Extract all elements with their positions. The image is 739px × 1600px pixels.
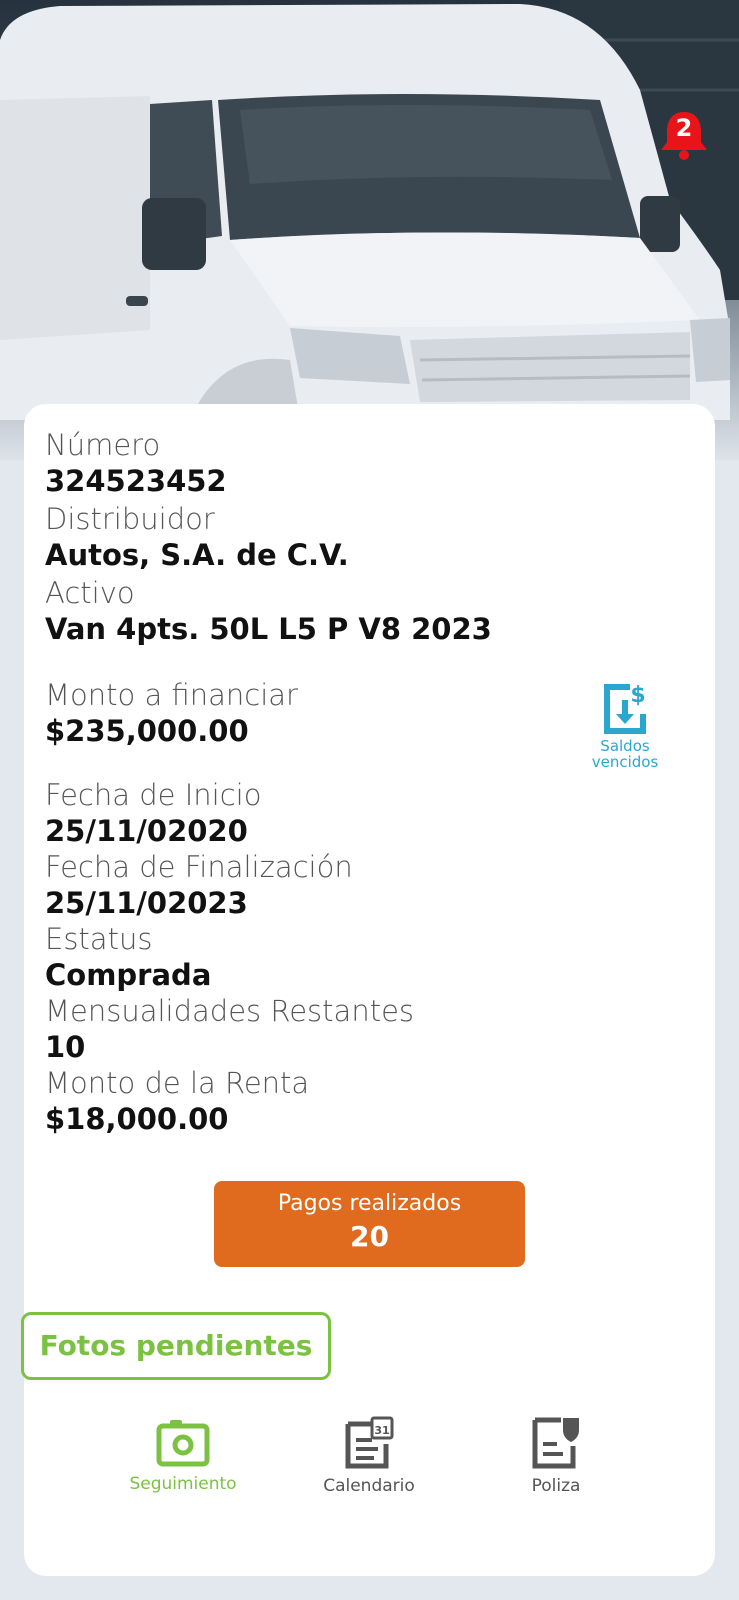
activo-value: Van 4pts. 50L L5 P V8 2023 bbox=[45, 612, 492, 646]
numero-value: 324523452 bbox=[45, 464, 227, 498]
monto-financiar-value: $235,000.00 bbox=[45, 714, 249, 748]
nav-label-seguimiento: Seguimiento bbox=[129, 1474, 237, 1494]
monto-financiar-label: Monto a financiar bbox=[45, 678, 298, 712]
camera-icon bbox=[156, 1420, 210, 1467]
mensualidades-value: 10 bbox=[45, 1030, 86, 1064]
pagos-label: Pagos realizados bbox=[277, 1191, 462, 1216]
shield-document-icon bbox=[532, 1417, 579, 1469]
saldos-label-line2: vencidos bbox=[591, 753, 659, 771]
saldos-vencidos-button[interactable]: $ Saldos vencidos bbox=[584, 680, 666, 770]
activo-label: Activo bbox=[45, 576, 135, 610]
monto-renta-label: Monto de la Renta bbox=[45, 1066, 310, 1100]
nav-item-calendario[interactable]: 31 Calendario bbox=[289, 1416, 449, 1496]
distribuidor-value: Autos, S.A. de C.V. bbox=[45, 538, 349, 572]
fecha-fin-value: 25/11/02023 bbox=[45, 886, 248, 920]
pagos-count: 20 bbox=[350, 1220, 389, 1253]
mensualidades-label: Mensualidades Restantes bbox=[45, 994, 415, 1028]
vehicle-hero-image: 2 bbox=[0, 0, 739, 460]
svg-text:31: 31 bbox=[374, 1424, 389, 1437]
pagos-realizados-button[interactable]: Pagos realizados 20 bbox=[214, 1181, 525, 1267]
nav-item-poliza[interactable]: Poliza bbox=[476, 1416, 636, 1496]
download-dollar-document-icon: $ bbox=[604, 683, 646, 734]
estatus-label: Estatus bbox=[45, 922, 153, 956]
fecha-fin-label: Fecha de Finalización bbox=[45, 850, 353, 884]
tooltip-text: Fotos pendientes bbox=[39, 1329, 313, 1362]
van-illustration bbox=[0, 0, 739, 420]
fotos-pendientes-tooltip: Fotos pendientes bbox=[21, 1312, 331, 1380]
nav-label-calendario: Calendario bbox=[323, 1476, 415, 1496]
saldos-label-line1: Saldos bbox=[600, 737, 650, 755]
numero-label: Número bbox=[45, 428, 161, 462]
notification-count: 2 bbox=[675, 114, 693, 142]
nav-label-poliza: Poliza bbox=[531, 1476, 581, 1496]
distribuidor-label: Distribuidor bbox=[45, 502, 215, 536]
calendar-document-icon: 31 bbox=[345, 1416, 394, 1469]
estatus-value: Comprada bbox=[45, 958, 212, 992]
svg-text:$: $ bbox=[630, 683, 645, 708]
fecha-inicio-label: Fecha de Inicio bbox=[45, 778, 262, 812]
notifications-bell[interactable]: 2 bbox=[657, 108, 711, 162]
nav-item-seguimiento[interactable]: Seguimiento bbox=[103, 1418, 263, 1494]
monto-renta-value: $18,000.00 bbox=[45, 1102, 229, 1136]
fecha-inicio-value: 25/11/02020 bbox=[45, 814, 248, 848]
